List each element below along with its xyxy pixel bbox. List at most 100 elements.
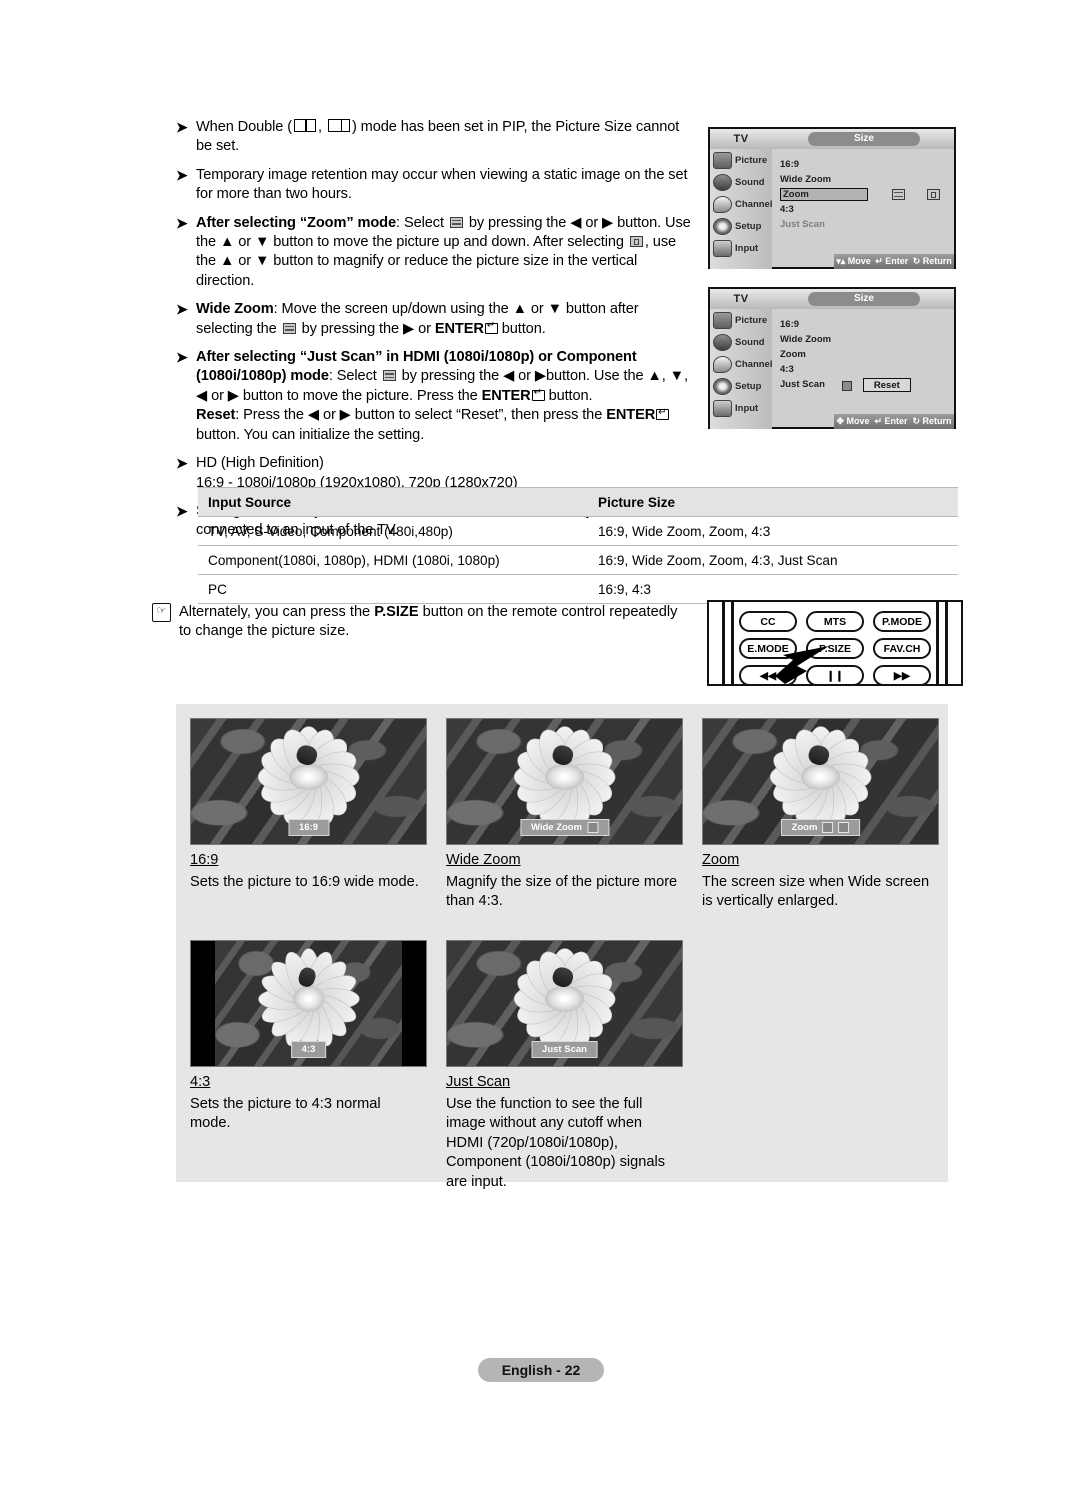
example-screen: Zoom (702, 718, 939, 845)
tag-glyph-icon (587, 822, 599, 833)
remote-button-mts[interactable]: MTS (806, 611, 864, 632)
osd-menu-sound[interactable]: Sound (710, 331, 772, 353)
example-description: The screen size when Wide screen is vert… (702, 874, 930, 910)
osd-hint-enter: ↵ Enter (874, 416, 908, 426)
bullet-marker-icon: ➤ (176, 502, 188, 519)
note-text-before: Alternately, you can press the (179, 604, 375, 620)
osd-menu-setup[interactable]: Setup (710, 375, 772, 397)
ex-43: 4:3 4:3 Sets the picture to 4:3 normal mod… (190, 940, 427, 1134)
osd-menu-label: Setup (735, 220, 762, 232)
remote-button-pmode[interactable]: P.MODE (873, 611, 931, 632)
bullet-text: After selecting “Zoom” mode: Select by p… (196, 214, 691, 289)
example-osd-tag-label: 4:3 (301, 1044, 316, 1055)
osd-option-justscan-selected[interactable]: Just Scan Reset (780, 377, 954, 392)
note-text: Alternately, you can press the P.SIZE bu… (179, 603, 692, 642)
osd-menu-sound[interactable]: Sound (710, 171, 772, 193)
osd-top-bar: TV Size (710, 129, 954, 149)
osd-menu-picture[interactable]: Picture (710, 309, 772, 331)
example-description: Use the function to see the full image w… (446, 1096, 666, 1190)
osd-menu-label: Picture (735, 154, 768, 166)
osd-side-menu: Picture Sound Channel Setup Input (710, 309, 772, 429)
osd-option-169[interactable]: 16:9 (780, 317, 954, 332)
pip-double-icon-2 (327, 119, 350, 132)
osd-tv-label: TV (733, 133, 749, 145)
example-description: Magnify the size of the picture more tha… (446, 874, 678, 910)
example-screen: 16:9 (190, 718, 427, 845)
tag-glyph-icon (822, 822, 834, 833)
osd-menu-input[interactable]: Input (710, 237, 772, 259)
tag-glyph-icon (838, 822, 850, 833)
osd-reset-button[interactable]: Reset (862, 377, 911, 392)
bullet-marker-icon: ➤ (176, 301, 188, 318)
example-caption: Zoom (702, 852, 740, 868)
enter-key-icon (531, 387, 545, 401)
osd-zoom-adjust-icons (890, 189, 942, 200)
note-bullet: ➤ Temporary image retention may occur whe… (176, 166, 696, 205)
ex-169: 16:9 16:9 Sets the picture to 16:9 wide mo… (190, 718, 427, 892)
gear-icon (713, 377, 732, 395)
note-bullet: ➤ Wide Zoom: Move the screen up/down usin… (176, 300, 696, 339)
osd-option-43[interactable]: 4:3 (780, 362, 954, 377)
osd-menu-channel[interactable]: Channel (710, 353, 772, 375)
osd-menu-setup[interactable]: Setup (710, 215, 772, 237)
osd-option-zoom-selected[interactable]: Zoom (780, 187, 954, 202)
flower-petals (219, 722, 398, 832)
note-hand-icon: ☞ (152, 603, 171, 622)
table-row: TV, AV, S-Video, Component (480i,480p) 16… (198, 516, 958, 546)
bullet-text: After selecting “Just Scan” in HDMI (108… (196, 348, 696, 445)
remote-button-favch[interactable]: FAV.CH (873, 638, 931, 659)
bullet-marker-icon: ➤ (176, 214, 188, 231)
bullet-text: Temporary image retention may occur when… (196, 166, 688, 203)
cell-picture-size: 16:9, Wide Zoom, Zoom, 4:3, Just Scan (588, 545, 958, 575)
osd-option-widezoom[interactable]: Wide Zoom (780, 172, 954, 187)
example-osd-tag: 16:9 (287, 819, 330, 836)
osd-menu-picture[interactable]: Picture (710, 149, 772, 171)
example-description: Sets the picture to 16:9 wide mode. (190, 874, 419, 890)
example-screen: Wide Zoom (446, 718, 683, 845)
osd-menu-channel[interactable]: Channel (710, 193, 772, 215)
picture-icon (713, 151, 732, 169)
flower-petals (237, 944, 379, 1054)
osd-menu-label: Input (735, 402, 759, 414)
osd-menu-label: Setup (735, 380, 762, 392)
input-source-picture-size-table: Input Source Picture Size TV, AV, S-Vide… (198, 487, 958, 604)
dpad-move-icon[interactable] (839, 378, 853, 392)
notes-list: ➤ When Double (, ) mode has been set in P… (176, 118, 696, 550)
pip-double-icon-1 (294, 119, 317, 132)
osd-option-169[interactable]: 16:9 (780, 157, 954, 172)
osd-hint-bar: ▾▴ Move ↵ Enter ↻ Return (834, 254, 954, 269)
magnify-box-icon (629, 236, 643, 248)
osd-option-43[interactable]: 4:3 (780, 202, 954, 217)
flower-petals (475, 722, 654, 832)
example-description: Sets the picture to 4:3 normal mode. (190, 1096, 381, 1132)
flower-petals (731, 722, 910, 832)
pointer-arrow-icon (775, 646, 829, 684)
osd-screenshot-justscan: TV Size Picture Sound Channel Setup Inpu… (708, 287, 956, 429)
osd-top-bar: TV Size (710, 289, 954, 309)
osd-tv-label: TV (733, 293, 749, 305)
flower-petals (475, 944, 654, 1054)
magnify-box-icon[interactable] (927, 189, 940, 200)
enter-key-icon (484, 320, 498, 334)
osd-menu-input[interactable]: Input (710, 397, 772, 419)
col-input-source: Input Source (198, 487, 588, 517)
example-caption: Just Scan (446, 1074, 511, 1090)
ex-justscan: Just Scan Just Scan Use the function to se… (446, 940, 683, 1192)
osd-option-justscan[interactable]: Just Scan (780, 217, 954, 232)
sound-icon (713, 333, 732, 351)
remote-button-fastforward[interactable]: ▶▶ (873, 665, 931, 684)
osd-hint-move: ✥ Move (836, 416, 870, 426)
example-caption: Wide Zoom (446, 852, 521, 868)
osd-option-zoom[interactable]: Zoom (780, 347, 954, 362)
osd-option-widezoom[interactable]: Wide Zoom (780, 332, 954, 347)
example-osd-tag-label: Zoom (791, 822, 818, 833)
osd-options-pane: 16:9 Wide Zoom Zoom 4:3 Just Scan ▾▴ Mov… (772, 149, 954, 269)
col-picture-size: Picture Size (588, 487, 958, 517)
osd-hint-enter: ↵ Enter (875, 256, 909, 266)
example-osd-tag-label: Wide Zoom (530, 822, 583, 833)
sound-icon (713, 173, 732, 191)
move-bars-icon[interactable] (892, 189, 905, 200)
note-bullet: ➤ After selecting “Just Scan” in HDMI (10… (176, 348, 696, 445)
remote-button-row-1: CC MTS P.MODE (739, 611, 931, 632)
remote-button-cc[interactable]: CC (739, 611, 797, 632)
